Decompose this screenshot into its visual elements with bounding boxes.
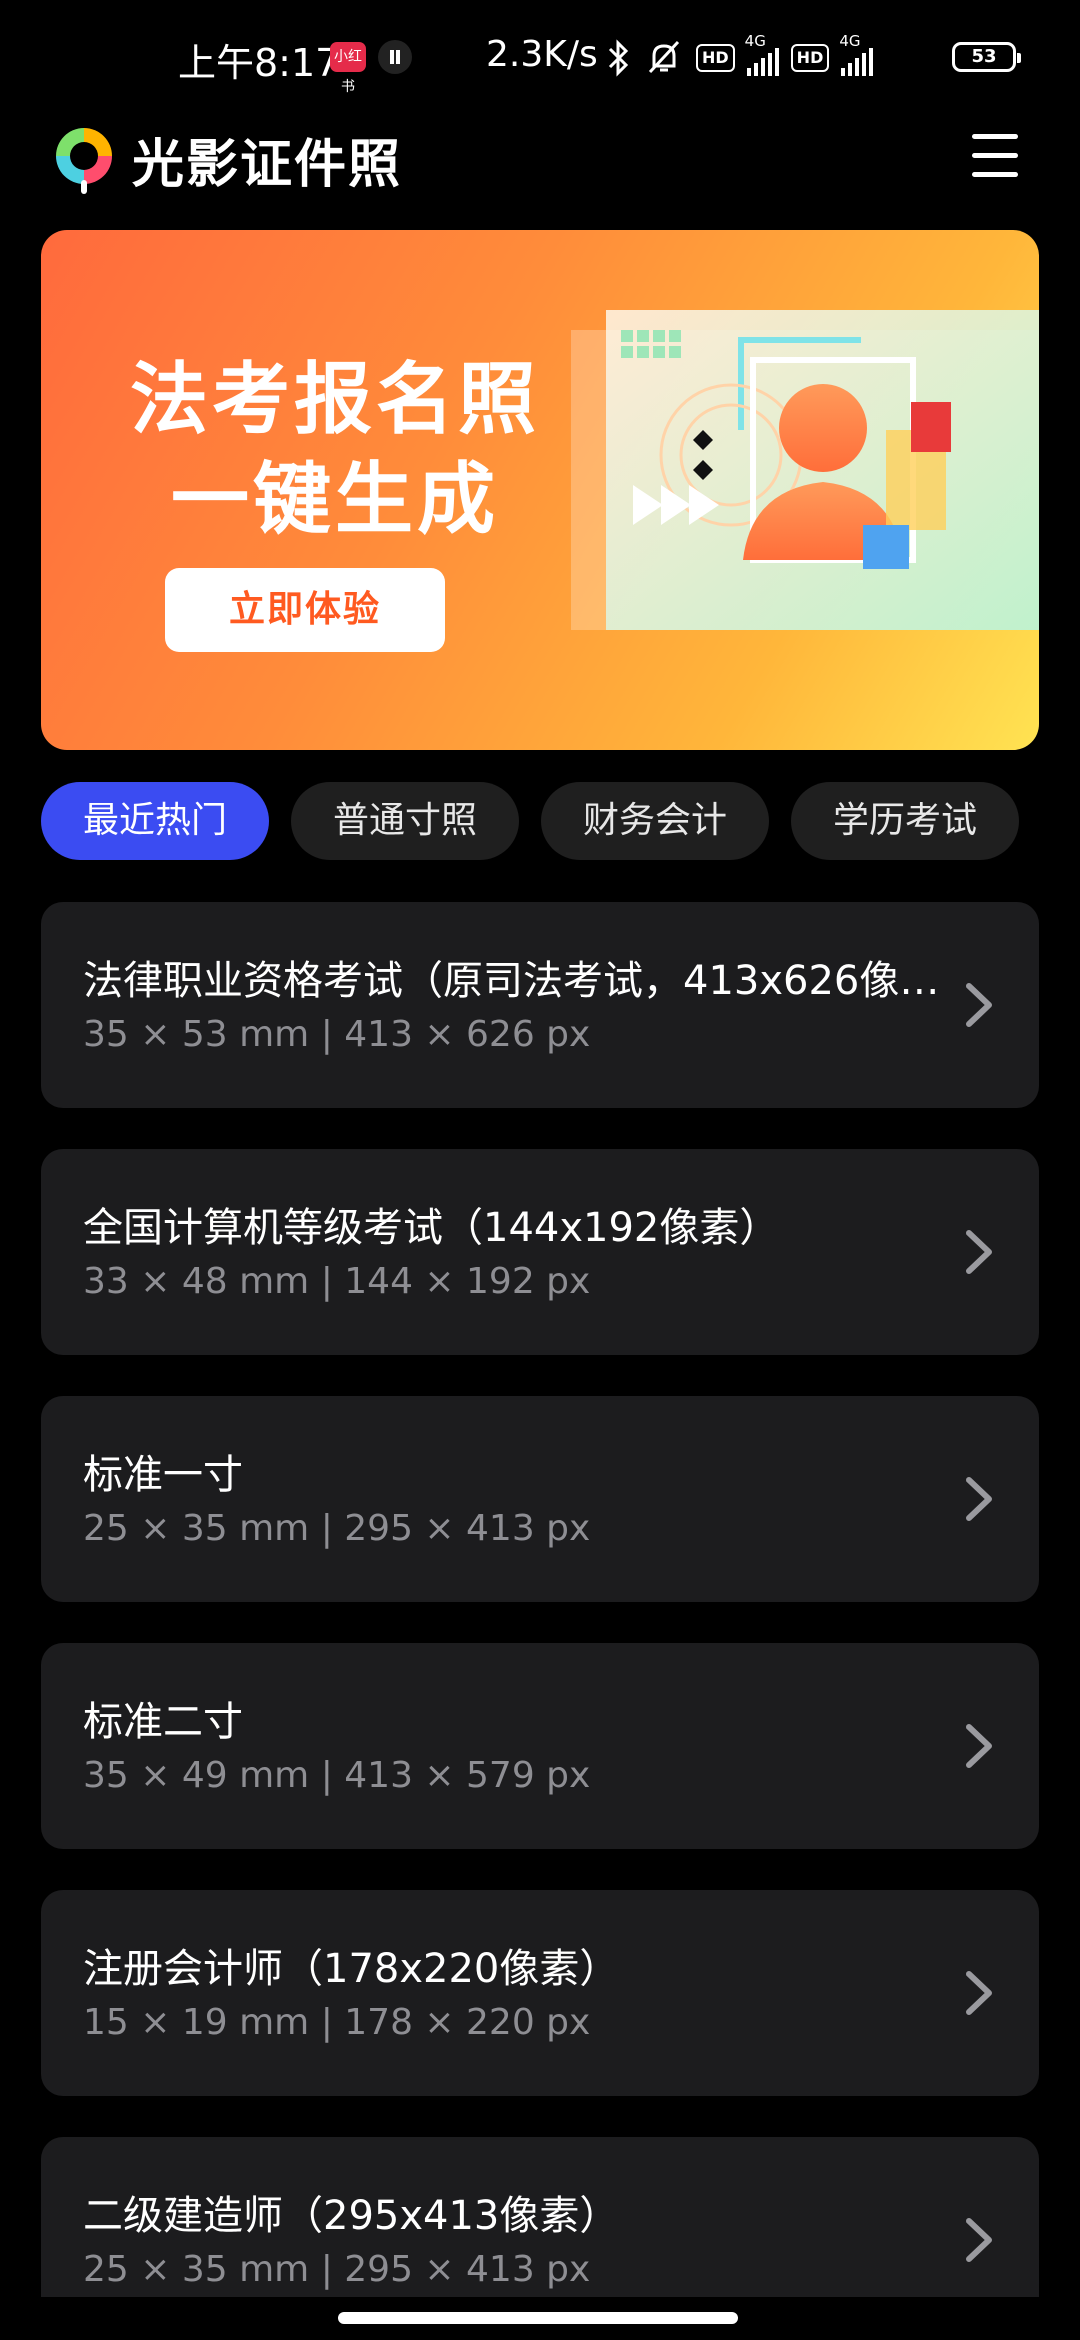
hd-badge: HD — [696, 44, 735, 72]
item-title: 标准一寸 — [83, 1452, 243, 1498]
chevron-right-icon — [966, 1477, 992, 1521]
chevron-right-icon — [966, 1724, 992, 1768]
mute-bell-icon — [648, 40, 680, 74]
chevron-right-icon — [966, 1230, 992, 1274]
status-icons: HD 4G HD 4G — [606, 32, 874, 80]
category-tabs: 最近热门 普通寸照 财务会计 学历考试 — [41, 782, 1080, 862]
app-logo-stem — [81, 180, 87, 194]
tab-recent-hot[interactable]: 最近热门 — [41, 782, 270, 860]
chevron-right-icon — [966, 2218, 992, 2262]
list-item[interactable]: 标准二寸 35 × 49 mm | 413 × 579 px — [41, 1643, 1039, 1849]
item-size: 25 × 35 mm | 295 × 413 px — [83, 2249, 591, 2290]
tab-finance-accounting[interactable]: 财务会计 — [541, 782, 770, 860]
list-item[interactable]: 注册会计师（178x220像素） 15 × 19 mm | 178 × 220 … — [41, 1890, 1039, 2096]
item-title: 标准二寸 — [83, 1699, 243, 1745]
signal-2: 4G — [839, 32, 874, 76]
item-size: 35 × 49 mm | 413 × 579 px — [83, 1755, 591, 1796]
menu-icon[interactable] — [968, 128, 1024, 184]
banner-line-2: 一键生成 — [170, 455, 499, 545]
pause-icon — [378, 40, 412, 74]
list-item[interactable]: 标准一寸 25 × 35 mm | 295 × 413 px — [41, 1396, 1039, 1602]
signal-1: 4G — [745, 32, 779, 76]
item-title: 全国计算机等级考试（144x192像素） — [83, 1205, 780, 1251]
network-type: 4G — [744, 32, 766, 50]
item-size: 15 × 19 mm | 178 × 220 px — [83, 2002, 591, 2043]
app-logo-icon — [56, 128, 112, 184]
app-header: 光影证件照 — [0, 118, 1080, 228]
battery-icon: 53 — [952, 42, 1021, 72]
status-bar: 上午8:17 小红书 2.3K/s HD 4G HD 4G 53 — [0, 0, 1080, 118]
status-time: 上午8:17 — [178, 41, 340, 85]
chevron-right-icon — [966, 983, 992, 1027]
item-size: 33 × 48 mm | 144 × 192 px — [83, 1261, 591, 1302]
banner-line-1: 法考报名照 — [129, 355, 540, 445]
banner-headline: 法考报名照 一键生成 — [85, 350, 585, 550]
chevron-right-icon — [966, 1971, 992, 2015]
signal-icon — [746, 46, 779, 76]
bluetooth-icon — [608, 39, 629, 77]
signal-icon — [841, 46, 874, 76]
network-type: 4G — [839, 32, 861, 50]
list-item[interactable]: 二级建造师（295x413像素） 25 × 35 mm | 295 × 413 … — [41, 2137, 1039, 2297]
tab-academic-exam[interactable]: 学历考试 — [791, 782, 1020, 860]
try-now-button[interactable]: 立即体验 — [165, 568, 445, 652]
item-title: 二级建造师（295x413像素） — [83, 2193, 620, 2239]
list-item[interactable]: 全国计算机等级考试（144x192像素） 33 × 48 mm | 144 × … — [41, 1149, 1039, 1355]
item-title: 注册会计师（178x220像素） — [83, 1946, 620, 1992]
home-indicator[interactable] — [338, 2312, 738, 2324]
item-size: 35 × 53 mm | 413 × 626 px — [83, 1014, 591, 1055]
network-speed: 2.3K/s — [486, 34, 598, 75]
id-photo-illustration — [571, 310, 1039, 630]
promo-banner[interactable]: 法考报名照 一键生成 立即体验 — [41, 230, 1039, 750]
item-size: 25 × 35 mm | 295 × 413 px — [83, 1508, 591, 1549]
item-title: 法律职业资格考试（原司法考试，413x626像素） — [83, 958, 963, 1004]
tab-standard-photo[interactable]: 普通寸照 — [291, 782, 520, 860]
app-title: 光影证件照 — [132, 135, 403, 195]
hd-badge: HD — [790, 44, 830, 72]
list-item[interactable]: 法律职业资格考试（原司法考试，413x626像素） 35 × 53 mm | 4… — [41, 902, 1039, 1108]
app-notification-icon: 小红书 — [330, 42, 366, 95]
